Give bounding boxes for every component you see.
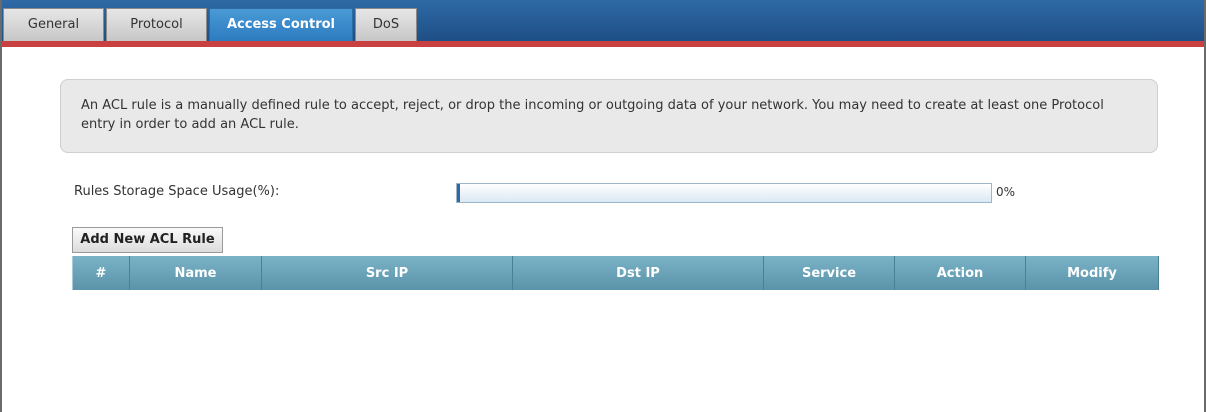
tab-protocol[interactable]: Protocol (106, 8, 207, 41)
storage-usage-fill (457, 184, 460, 202)
column-header-service[interactable]: Service (763, 256, 895, 290)
table-header-row: # Name Src IP Dst IP Service Action Modi… (72, 256, 1159, 290)
tab-access-control[interactable]: Access Control (209, 8, 353, 41)
tab-bar: General Protocol Access Control DoS (2, 0, 1204, 41)
info-text: An ACL rule is a manually defined rule t… (81, 98, 1104, 132)
tab-bar-accent-line (2, 41, 1204, 47)
column-header-index[interactable]: # (72, 256, 130, 290)
column-header-modify[interactable]: Modify (1025, 256, 1159, 290)
acl-rules-table: # Name Src IP Dst IP Service Action Modi… (72, 256, 1159, 290)
add-new-acl-rule-button[interactable]: Add New ACL Rule (72, 227, 223, 253)
column-header-action[interactable]: Action (894, 256, 1026, 290)
column-header-name[interactable]: Name (129, 256, 262, 290)
storage-usage-label: Rules Storage Space Usage(%): (74, 184, 280, 199)
storage-usage-bar (456, 183, 992, 203)
page-frame: General Protocol Access Control DoS An A… (0, 0, 1206, 412)
storage-usage-value: 0% (996, 185, 1016, 199)
column-header-src-ip[interactable]: Src IP (261, 256, 513, 290)
tab-general[interactable]: General (3, 8, 104, 41)
column-header-dst-ip[interactable]: Dst IP (512, 256, 764, 290)
tab-dos[interactable]: DoS (355, 8, 417, 41)
info-box: An ACL rule is a manually defined rule t… (60, 79, 1158, 153)
